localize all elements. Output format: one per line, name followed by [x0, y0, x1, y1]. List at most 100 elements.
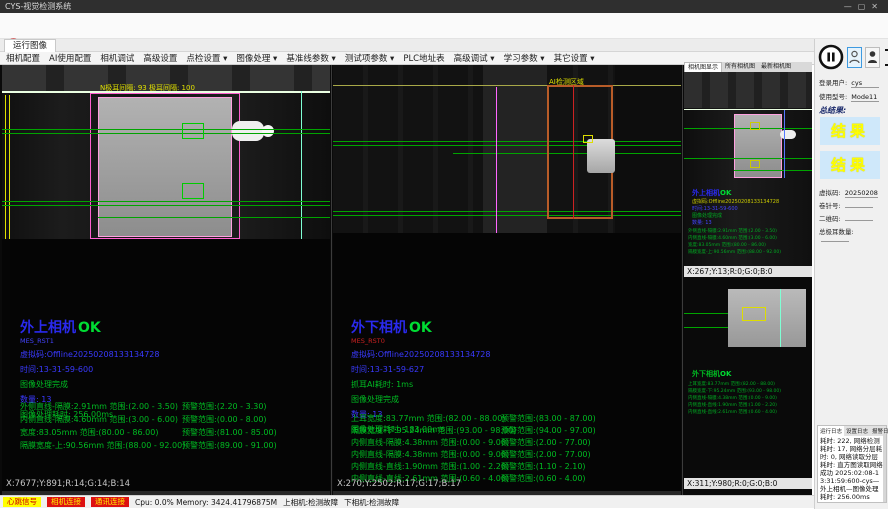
- measure-line-green: [2, 133, 330, 134]
- titlebar: CYS-视觉检测系统 —▢✕: [0, 0, 888, 13]
- thumb-count: 数量: 13: [692, 219, 712, 226]
- needle-no-value[interactable]: [845, 207, 873, 208]
- thumb2-crop: [728, 289, 806, 347]
- pause-button[interactable]: [818, 44, 844, 70]
- thumb-laser-line: [684, 109, 812, 110]
- thumb-status: 图像处理完成: [692, 212, 722, 219]
- close-icon[interactable]: ✕: [871, 2, 884, 11]
- thumbnail-image-top[interactable]: 外上相机OK 虚拟码:Offline20250208133134728 时间:1…: [684, 72, 812, 266]
- ai-elapsed: 抓耳AI耗时: 1ms: [351, 379, 490, 390]
- model-label: 使用型号:: [819, 91, 847, 101]
- toolbar-ai-config[interactable]: AI使用配置: [49, 52, 91, 64]
- toolbar-advanced-settings[interactable]: 高级设置: [143, 52, 177, 64]
- thumbnail-tabs: 相机图显示 所有相机图 最新相机图: [684, 62, 812, 72]
- camera-image-lower[interactable]: AI检测区域: [333, 65, 681, 233]
- log-text: 耗时: 222, 网络检测耗时: 17, 网络分层耗时: 0, 网络读取分层耗时…: [818, 436, 886, 502]
- virtual-code-value[interactable]: 20250208: [845, 189, 878, 198]
- user-manage-button[interactable]: [865, 47, 880, 68]
- tab-run-image[interactable]: 运行图像: [4, 39, 56, 52]
- window-controls[interactable]: —▢✕: [844, 0, 884, 13]
- toolbar-learning-params[interactable]: 学习参数 ▾: [504, 52, 545, 64]
- toolbar-other-settings[interactable]: 其它设置 ▾: [554, 52, 595, 64]
- thumb-tab-display[interactable]: 相机图显示: [684, 62, 722, 72]
- needle-no-field: 卷针号:: [819, 200, 885, 210]
- measure-row: 隔膜宽度-上:90.56mm 范围:(88.00 - 92.00)预警范围:(8…: [20, 440, 185, 453]
- measurement-rows-upper: 外侧直线-隔膜:2.91mm 范围:(2.00 - 3.50)预警范围:(2.2…: [20, 401, 185, 453]
- thumb-tab-latest[interactable]: 最新相机图: [758, 62, 794, 72]
- tab-count-field: 总极耳数量:: [819, 226, 885, 244]
- minimize-icon[interactable]: —: [844, 2, 858, 11]
- thumb-blue-line: [784, 110, 785, 178]
- thumb-mark: [750, 122, 760, 130]
- ai-roi-label: AI检测区域: [549, 77, 584, 87]
- toolbar-baseline-params[interactable]: 基准线参数 ▾: [286, 52, 335, 64]
- battery-cell-image: [98, 97, 232, 237]
- maximize-icon[interactable]: ▢: [858, 2, 872, 11]
- measure-line-green: [333, 141, 681, 142]
- login-user-value[interactable]: cys: [851, 79, 879, 88]
- camera-result-title: 外下相机OK: [351, 317, 490, 337]
- virtual-code-label: 虚拟码:: [819, 187, 841, 197]
- tab-mark-box: [583, 135, 593, 143]
- logout-button[interactable]: [883, 47, 888, 68]
- needle-no-label: 卷针号:: [819, 200, 841, 210]
- measure-line-green: [333, 215, 681, 216]
- statusbar: 心跳信号 相机连接 通讯连接 Cpu: 0.0% Memory: 3424.41…: [0, 495, 814, 508]
- login-user-button[interactable]: [847, 47, 862, 68]
- result-block-lower: 结果: [820, 151, 880, 179]
- gripper-blob: [232, 121, 264, 141]
- toolbar-image-processing[interactable]: 图像处理 ▾: [236, 52, 277, 64]
- thumb-mark: [750, 160, 760, 168]
- log-tab-settings[interactable]: 设置日志: [844, 426, 870, 436]
- camera-image-upper[interactable]: N极耳间隔: 93 极耳间隔: 100: [2, 65, 330, 239]
- comm-link-badge: 通讯连接: [91, 497, 129, 507]
- toolbar-camera-debug[interactable]: 相机调试: [100, 52, 134, 64]
- model-value[interactable]: Mode11: [851, 93, 879, 102]
- login-user-label: 登录用户:: [819, 77, 847, 87]
- thumb2-mark: [742, 307, 766, 321]
- virtual-code: 虚拟码:Offline20250208133134728: [351, 349, 490, 360]
- measure-row: 上耳宽度:83.77mm 范围:(82.00 - 88.00)预警范围:(83.…: [351, 413, 516, 425]
- app-window: CYS-视觉检测系统 —▢✕ CYS-视觉检测系统 系统配置 相机配置 通讯配置…: [0, 0, 888, 522]
- measure-row: 内侧直线-隔膜:4.38mm 范围:(0.00 - 9.00)预警范围:(2.0…: [351, 437, 516, 449]
- thumbnail-image-bottom[interactable]: 外下相机OK 上耳宽度:83.77mm 范围:(82.00 - 88.00) 隔…: [684, 283, 812, 478]
- thumb-green-line: [684, 128, 812, 129]
- measure-line-green: [2, 201, 330, 202]
- laser-line: [333, 85, 681, 86]
- toolbar-advanced-debug[interactable]: 高级调试 ▾: [454, 52, 495, 64]
- login-user-field: 登录用户: cys: [819, 77, 885, 88]
- sidebar-buttons: [818, 44, 888, 70]
- thumb-virtual-code: 虚拟码:Offline20250208133134728: [692, 198, 779, 205]
- measure-line-green: [2, 205, 330, 206]
- log-tabs: 运行日志 设置日志 报警日志: [818, 426, 886, 436]
- machine-column: [483, 65, 547, 233]
- thumb-green-line: [684, 158, 812, 159]
- toolbar-camera-config[interactable]: 相机配置: [6, 52, 40, 64]
- thumb-green-line: [734, 170, 812, 171]
- measure-row: 内侧直线-隔膜:4.60mm 范围:(3.00 - 6.00)预警范围:(0.0…: [20, 414, 185, 427]
- toolbar-plc-address-table[interactable]: PLC地址表: [403, 52, 444, 64]
- toolbar-spotcheck-settings[interactable]: 点检设置 ▾: [186, 52, 227, 64]
- measure-line-green: [98, 217, 330, 218]
- upper-camera-status: 上相机:检测故障: [283, 497, 338, 508]
- qrcode-value[interactable]: [845, 220, 873, 221]
- thumb-tab-all[interactable]: 所有相机图: [722, 62, 758, 72]
- camera-view-upper-outer: N极耳间隔: 93 极耳间隔: 100 外上相机OK MES_RST1 虚拟码:…: [2, 65, 330, 495]
- measure-row: 内侧直线-直线:1.90mm 范围:(1.00 - 2.20)预警范围:(1.1…: [351, 461, 516, 473]
- cpu-memory-text: Cpu: 0.0% Memory: 3424.41796875M: [135, 498, 277, 507]
- toolbar-test-params[interactable]: 测试项参数 ▾: [345, 52, 394, 64]
- pixel-coords-upper: X:7677;Y:891;R:14;G:14;B:14: [6, 479, 130, 489]
- measure-row: 隔膜宽度-下:95.24mm 范围:(93.00 - 98.00)预警范围:(9…: [351, 425, 516, 437]
- result-ok: OK: [78, 320, 101, 336]
- log-tab-run[interactable]: 运行日志: [818, 426, 844, 436]
- model-field: 使用型号: Mode11: [819, 91, 885, 102]
- camera-link-badge: 相机连接: [47, 497, 85, 507]
- gripper-tip: [262, 125, 274, 137]
- menubar: 系统配置 相机配置 通讯配置 IO手配置 ▾ 光源控制配置 ▾ 查看 ▾ 系统语…: [0, 13, 888, 39]
- tab-detect-box: [182, 123, 204, 139]
- thumb-measure-rows: 外侧直线-隔膜:2.91mm 范围:(2.00 - 3.50) 内侧直线-隔膜:…: [688, 228, 781, 256]
- log-scrollbar[interactable]: [883, 434, 886, 502]
- measure-row: 内侧直线-隔膜:4.38mm 范围:(0.00 - 9.00)预警范围:(2.0…: [351, 449, 516, 461]
- heartbeat-badge: 心跳信号: [3, 497, 41, 507]
- tab-count-value[interactable]: [821, 241, 849, 242]
